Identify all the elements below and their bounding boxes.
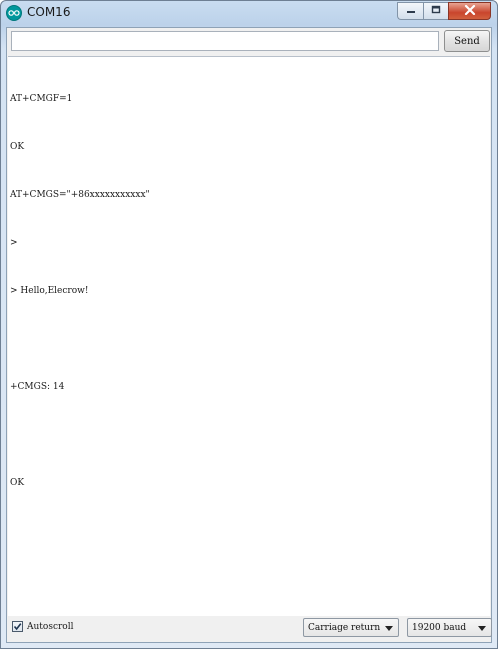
autoscroll-checkbox[interactable]	[12, 621, 23, 632]
checkmark-icon	[13, 623, 22, 631]
maximize-button[interactable]	[423, 2, 448, 20]
footer-bar: Autoscroll Carriage return 19200 baud	[7, 616, 492, 642]
chevron-down-icon	[385, 626, 393, 631]
arduino-logo-icon	[6, 5, 22, 21]
serial-input-field[interactable]	[11, 31, 439, 51]
line-ending-value: Carriage return	[308, 622, 381, 633]
close-button[interactable]	[448, 2, 491, 20]
close-icon	[464, 2, 476, 20]
maximize-icon	[431, 2, 441, 20]
output-line: > Hello,Elecrow!	[10, 286, 89, 296]
output-line: >	[10, 238, 18, 248]
baud-rate-dropdown[interactable]: 19200 baud	[407, 618, 492, 637]
serial-output-area[interactable]: AT+CMGF=1 OK AT+CMGS="+86xxxxxxxxxxx" > …	[8, 56, 490, 616]
autoscroll-toggle[interactable]: Autoscroll	[12, 621, 73, 632]
output-line: AT+CMGS="+86xxxxxxxxxxx"	[10, 190, 150, 200]
title-bar[interactable]: COM16	[1, 1, 497, 27]
window-controls	[397, 2, 491, 20]
minimize-button[interactable]	[397, 2, 423, 20]
output-line: +CMGS: 14	[10, 382, 65, 392]
line-ending-dropdown[interactable]: Carriage return	[303, 618, 399, 637]
baud-rate-value: 19200 baud	[412, 622, 467, 633]
minimize-icon	[406, 2, 416, 20]
output-line: OK	[10, 142, 25, 152]
send-row: Send	[7, 28, 491, 56]
serial-monitor-panel: Send AT+CMGF=1 OK AT+CMGS="+86xxxxxxxxxx…	[6, 27, 492, 643]
output-line: AT+CMGF=1	[10, 94, 73, 104]
send-button[interactable]: Send	[444, 30, 490, 52]
output-line: OK	[10, 478, 25, 488]
window-title: COM16	[27, 5, 71, 19]
serial-monitor-window: COM16 Send AT+CMGF=1 OK AT+CMGS="+86xxxx…	[0, 0, 498, 649]
chevron-down-icon	[478, 626, 486, 631]
output-lines: AT+CMGF=1 OK AT+CMGS="+86xxxxxxxxxxx" > …	[10, 59, 486, 523]
autoscroll-label: Autoscroll	[27, 621, 74, 632]
